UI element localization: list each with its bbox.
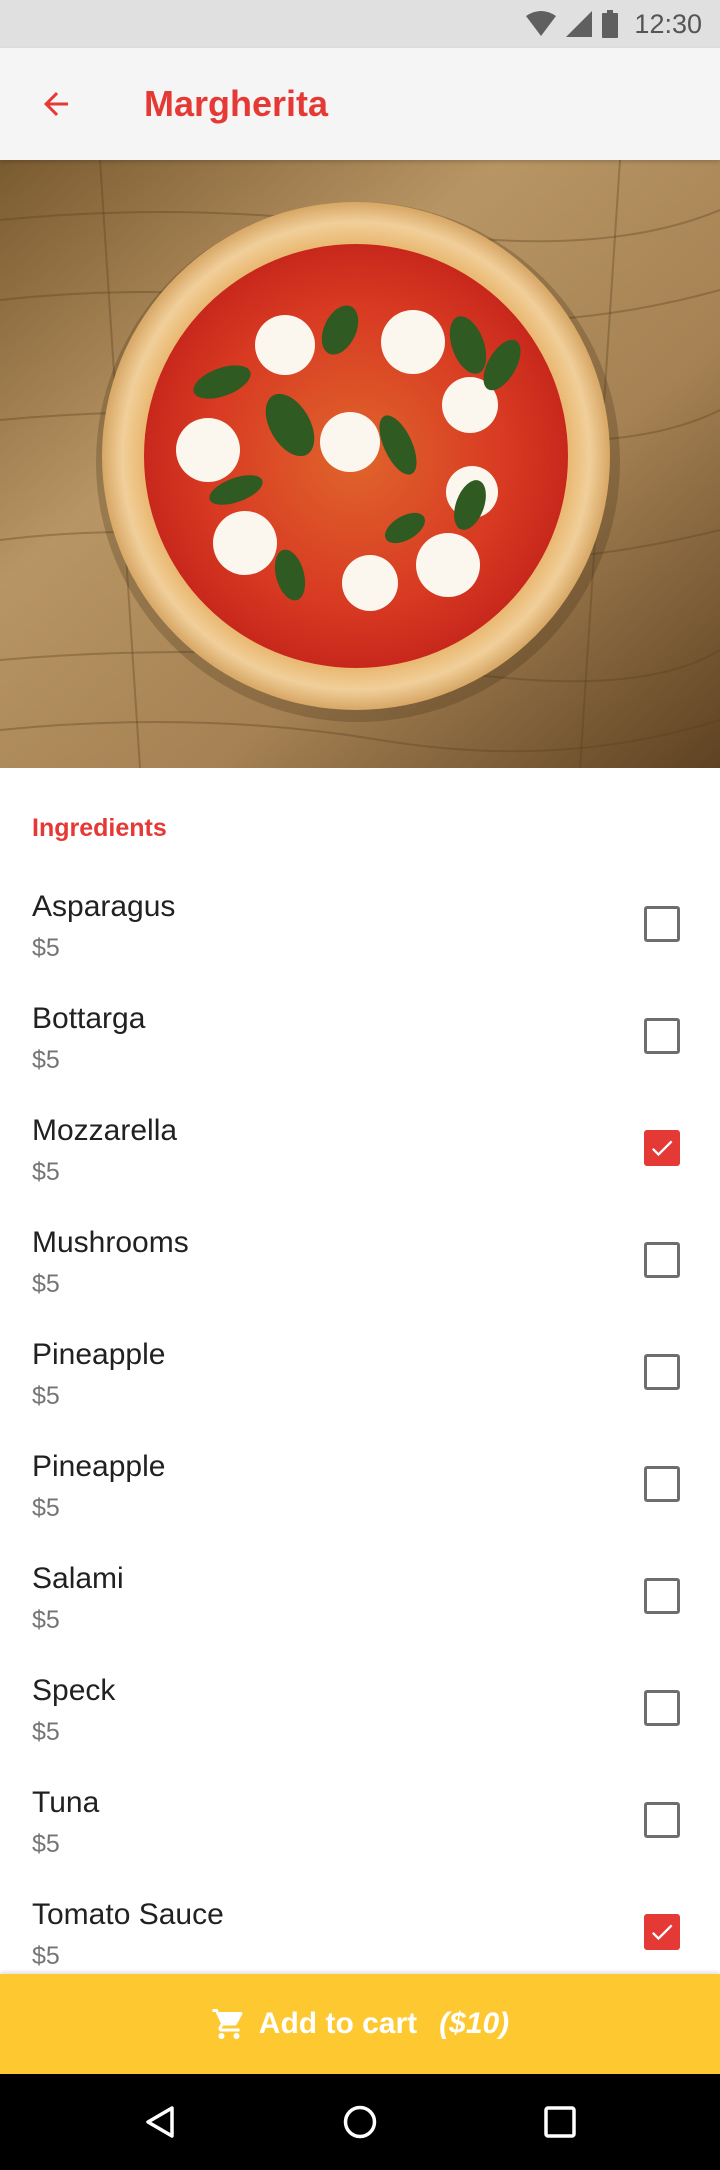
ingredient-row[interactable]: Bottarga $5 — [0, 990, 720, 1102]
ingredient-price: $5 — [32, 1382, 60, 1410]
ingredient-name: Tuna — [32, 1786, 100, 1819]
ingredient-row[interactable]: Mozzarella $5 — [0, 1102, 720, 1214]
ingredient-price: $5 — [32, 1718, 60, 1746]
ingredient-name: Asparagus — [32, 890, 176, 923]
cart-total: ($10) — [439, 2007, 510, 2040]
nav-back-button[interactable] — [112, 2074, 208, 2170]
wifi-icon — [526, 11, 557, 36]
ingredient-name: Bottarga — [32, 1002, 146, 1035]
arrow-left-icon — [44, 92, 68, 116]
ingredient-checkbox[interactable] — [644, 1690, 680, 1726]
back-button[interactable] — [0, 48, 112, 160]
ingredient-name: Mushrooms — [32, 1226, 189, 1259]
signal-icon — [566, 11, 593, 37]
status-time: 12:30 — [634, 8, 702, 39]
ingredient-checkbox[interactable] — [644, 1578, 680, 1614]
add-to-cart-button[interactable]: Add to cart ($10) — [0, 1974, 720, 2074]
ingredient-checkbox[interactable] — [644, 1242, 680, 1278]
ingredient-price: $5 — [32, 1494, 60, 1522]
shopping-cart-icon — [211, 2006, 247, 2042]
ingredient-checkbox[interactable] — [644, 1466, 680, 1502]
back-triangle-icon — [146, 2106, 174, 2138]
ingredient-row[interactable]: Salami $5 — [0, 1550, 720, 1662]
ingredient-price: $5 — [32, 1830, 60, 1858]
ingredient-checkbox[interactable] — [644, 1802, 680, 1838]
ingredient-price: $5 — [32, 1158, 60, 1186]
ingredient-price: $5 — [32, 1606, 60, 1634]
ingredient-price: $5 — [32, 1046, 60, 1074]
ingredient-price: $5 — [32, 1942, 60, 1970]
recents-square-icon — [544, 2106, 576, 2138]
ingredient-name: Tomato Sauce — [32, 1898, 224, 1931]
pizza-image — [0, 160, 720, 768]
ingredient-name: Pineapple — [32, 1338, 166, 1371]
ingredient-name: Salami — [32, 1562, 124, 1595]
ingredient-price: $5 — [32, 1270, 60, 1298]
ingredient-row[interactable]: Pineapple $5 — [0, 1326, 720, 1438]
checkmark-icon — [651, 1140, 673, 1157]
ingredient-row[interactable]: Tuna $5 — [0, 1774, 720, 1886]
ingredient-name: Pineapple — [32, 1450, 166, 1483]
nav-home-button[interactable] — [312, 2074, 408, 2170]
ingredient-name: Mozzarella — [32, 1114, 178, 1147]
battery-icon — [602, 10, 619, 38]
ingredient-row[interactable]: Mushrooms $5 — [0, 1214, 720, 1326]
status-bar: 12:30 — [0, 0, 720, 48]
ingredient-price: $5 — [32, 934, 60, 962]
page-title: Margherita — [144, 83, 329, 124]
app-bar: Margherita — [0, 48, 720, 160]
navigation-bar — [0, 2074, 720, 2170]
ingredients-section: Ingredients Asparagus $5 Bottarga $5 Mozzare… — [0, 768, 720, 1998]
ingredient-checkbox[interactable] — [644, 1914, 680, 1950]
ingredient-checkbox[interactable] — [644, 1018, 680, 1054]
add-to-cart-label: Add to cart — [258, 2007, 418, 2040]
ingredient-row[interactable]: Pineapple $5 — [0, 1438, 720, 1550]
ingredient-name: Speck — [32, 1674, 116, 1707]
home-circle-icon — [343, 2105, 377, 2139]
ingredient-checkbox[interactable] — [644, 906, 680, 942]
nav-recents-button[interactable] — [512, 2074, 608, 2170]
ingredient-row[interactable]: Asparagus $5 — [0, 878, 720, 990]
ingredient-checkbox[interactable] — [644, 1130, 680, 1166]
checkmark-icon — [651, 1924, 673, 1941]
ingredients-header: Ingredients — [32, 813, 167, 842]
ingredient-row[interactable]: Speck $5 — [0, 1662, 720, 1774]
ingredient-checkbox[interactable] — [644, 1354, 680, 1390]
ingredient-list: Asparagus $5 Bottarga $5 Mozzarella $5 Mushroo… — [0, 878, 720, 1998]
